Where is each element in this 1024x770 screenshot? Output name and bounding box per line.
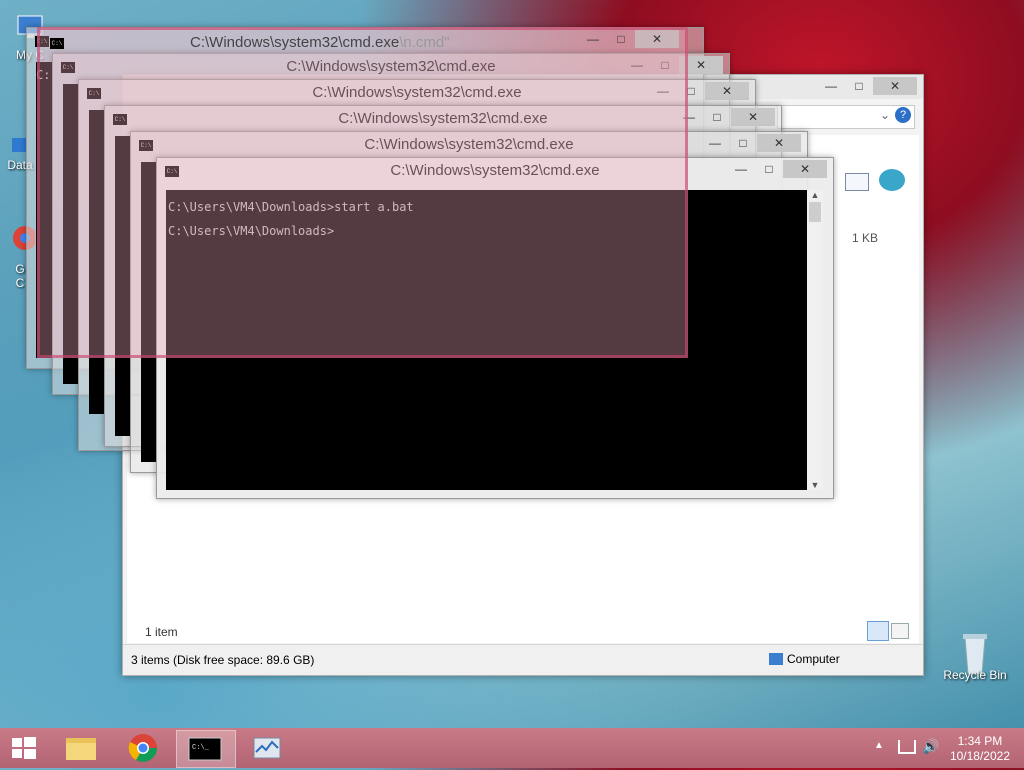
computer-icon bbox=[769, 653, 783, 665]
close-button[interactable]: ✕ bbox=[731, 108, 775, 126]
cmd-icon: C:\ bbox=[50, 38, 64, 49]
chevron-down-icon[interactable]: ⌄ bbox=[880, 108, 890, 122]
windows-logo-icon bbox=[12, 737, 36, 759]
view-options-icon[interactable] bbox=[845, 173, 869, 191]
resource-monitor-icon bbox=[253, 737, 281, 759]
close-button[interactable]: ✕ bbox=[757, 134, 801, 152]
volume-icon[interactable]: 🔊 bbox=[922, 738, 939, 755]
taskbar-cmd-button[interactable]: C:\_ bbox=[176, 730, 236, 768]
taskbar-explorer-button[interactable] bbox=[52, 730, 110, 766]
network-icon[interactable] bbox=[898, 740, 916, 754]
scroll-thumb[interactable] bbox=[809, 202, 821, 222]
item-count: 1 item bbox=[145, 625, 178, 639]
close-button[interactable]: ✕ bbox=[705, 82, 749, 100]
taskbar-chrome-button[interactable] bbox=[114, 730, 172, 766]
maximize-button[interactable]: □ bbox=[703, 108, 731, 126]
taskbar: C:\_ ▲ 🔊 1:34 PM 10/18/2022 bbox=[0, 728, 1024, 768]
scrollbar[interactable]: ▲ ▼ bbox=[807, 190, 823, 490]
minimize-button[interactable]: — bbox=[817, 77, 845, 95]
close-button[interactable]: ✕ bbox=[783, 160, 827, 178]
close-button: ✕ bbox=[635, 30, 679, 48]
scroll-down-icon[interactable]: ▼ bbox=[807, 480, 823, 490]
svg-text:C:\_: C:\_ bbox=[192, 744, 210, 752]
recycle-bin-icon bbox=[957, 630, 993, 675]
status-text: 3 items (Disk free space: 89.6 GB) bbox=[131, 653, 315, 667]
cmd-icon: C:\_ bbox=[188, 737, 222, 761]
maximize-button[interactable]: □ bbox=[845, 77, 873, 95]
location-text: Computer bbox=[787, 652, 840, 666]
details-view-button[interactable] bbox=[867, 621, 889, 641]
clock-date: 10/18/2022 bbox=[949, 749, 1010, 763]
start-button[interactable] bbox=[0, 730, 48, 766]
status-bar: 3 items (Disk free space: 89.6 GB) Compu… bbox=[123, 644, 923, 675]
window-title: C:\Windows\system32\cmd.exe\n.cmd" bbox=[190, 34, 450, 51]
file-size: 1 KB bbox=[852, 231, 879, 245]
large-icons-view-button[interactable] bbox=[891, 623, 909, 639]
folder-icon bbox=[66, 738, 96, 760]
preview-pane-icon[interactable] bbox=[879, 169, 905, 191]
maximize-button: □ bbox=[617, 32, 625, 46]
help-icon[interactable]: ? bbox=[895, 107, 911, 123]
maximize-button[interactable]: □ bbox=[729, 134, 757, 152]
desktop-icon-label: Recycle Bin bbox=[943, 668, 1007, 682]
minimize-button[interactable]: — bbox=[701, 134, 729, 152]
desktop-icon-recycle-bin[interactable]: Recycle Bin bbox=[940, 630, 1010, 682]
clock-time: 1:34 PM bbox=[957, 734, 1003, 748]
close-button[interactable]: ✕ bbox=[873, 77, 917, 95]
minimize-button: — bbox=[587, 32, 599, 46]
taskbar-monitor-button[interactable] bbox=[238, 730, 296, 766]
chrome-icon bbox=[128, 734, 157, 762]
show-hidden-icons-button[interactable]: ▲ bbox=[874, 740, 884, 751]
minimize-button[interactable]: — bbox=[727, 160, 755, 178]
scroll-up-icon[interactable]: ▲ bbox=[807, 190, 823, 200]
maximize-button[interactable]: □ bbox=[755, 160, 783, 178]
ghost-cmd-window: C:\ C:\Windows\system32\cmd.exe\n.cmd" —… bbox=[37, 27, 688, 358]
clock[interactable]: 1:34 PM 10/18/2022 bbox=[950, 734, 1010, 764]
